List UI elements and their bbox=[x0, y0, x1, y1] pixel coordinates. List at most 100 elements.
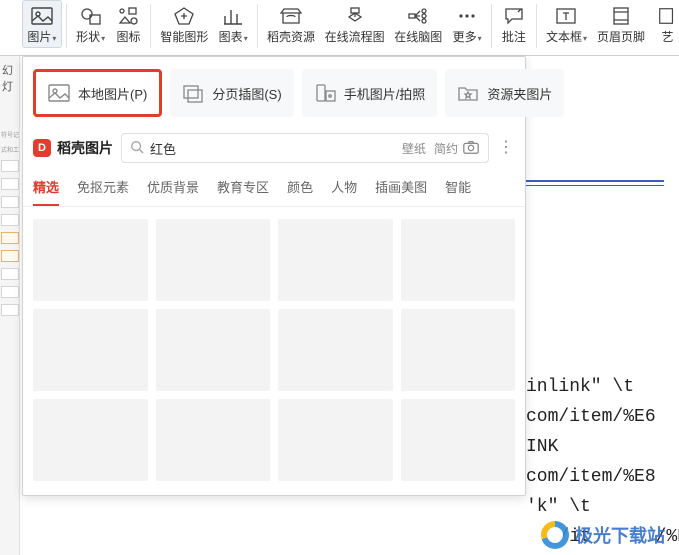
docer-brand: D 稻壳图片 bbox=[33, 138, 113, 158]
result-tile[interactable] bbox=[33, 399, 148, 481]
source-label: 本地图片(P) bbox=[78, 84, 147, 103]
search-chip-wallpaper[interactable]: 壁纸 bbox=[398, 140, 430, 157]
result-tile[interactable] bbox=[401, 219, 516, 301]
slide-thumb[interactable] bbox=[1, 232, 19, 244]
slide-thumb[interactable] bbox=[1, 160, 19, 172]
image-source-row: 本地图片(P) 分页插图(S) 手机图片/拍照 bbox=[23, 57, 525, 127]
source-label: 手机图片/拍照 bbox=[344, 84, 426, 103]
brand-name: 稻壳图片 bbox=[57, 138, 113, 158]
slide-thumb[interactable] bbox=[1, 250, 19, 262]
ribbon-divider bbox=[257, 4, 258, 48]
result-tile[interactable] bbox=[156, 399, 271, 481]
caret-down-icon: ▾ bbox=[52, 34, 56, 43]
ribbon-iconlib[interactable]: 图标 bbox=[110, 0, 146, 46]
result-tile[interactable] bbox=[278, 309, 393, 391]
category-tab-illustration[interactable]: 插画美图 bbox=[375, 177, 427, 206]
category-tab-education[interactable]: 教育专区 bbox=[217, 177, 269, 206]
insert-image-dropdown: 本地图片(P) 分页插图(S) 手机图片/拍照 bbox=[22, 56, 526, 496]
ribbon-chart[interactable]: 图表▾ bbox=[213, 0, 253, 48]
category-tab-featured[interactable]: 精选 bbox=[33, 177, 59, 206]
caret-down-icon: ▾ bbox=[478, 34, 482, 43]
more-dots-icon bbox=[455, 4, 479, 28]
category-tabs: 精选 免抠元素 优质背景 教育专区 颜色 人物 插画美图 智能 bbox=[23, 169, 525, 207]
page-image-icon bbox=[182, 82, 204, 104]
mindmap-icon bbox=[406, 4, 430, 28]
phone-photo-icon bbox=[314, 82, 336, 104]
ribbon-comment[interactable]: 批注 bbox=[496, 0, 532, 46]
ribbon-item-label: 图片▾ bbox=[27, 30, 56, 46]
ribbon-item-label: 在线流程图 bbox=[325, 30, 385, 44]
ribbon-divider bbox=[150, 4, 151, 48]
result-tile[interactable] bbox=[156, 219, 271, 301]
ribbon-item-label: 图标 bbox=[116, 30, 140, 44]
ribbon-header-footer[interactable]: 页眉页脚 bbox=[592, 0, 650, 46]
search-input[interactable] bbox=[150, 141, 398, 156]
category-tab-background[interactable]: 优质背景 bbox=[147, 177, 199, 206]
slide-thumb[interactable] bbox=[1, 214, 19, 226]
ribbon-item-label: 图表▾ bbox=[219, 30, 248, 46]
iconlib-icon bbox=[116, 4, 140, 28]
ribbon-item-label: 更多▾ bbox=[453, 30, 482, 46]
shape-icon bbox=[79, 4, 103, 28]
ribbon-wordart[interactable]: 艺 bbox=[650, 0, 679, 46]
slide-thumb[interactable] bbox=[1, 304, 19, 316]
ribbon-online-flowchart[interactable]: 在线流程图 bbox=[320, 0, 389, 46]
ribbon-divider bbox=[66, 4, 67, 48]
slide-thumb[interactable] bbox=[1, 268, 19, 280]
resource-icon bbox=[279, 4, 303, 28]
docer-logo-icon: D bbox=[33, 139, 51, 157]
result-tile[interactable] bbox=[156, 309, 271, 391]
flowchart-icon bbox=[343, 4, 367, 28]
slide-panel: 幻灯 符号记 式和工 bbox=[0, 56, 20, 555]
search-chip-simple[interactable]: 简约 bbox=[430, 140, 462, 157]
category-tab-cutout[interactable]: 免抠元素 bbox=[77, 177, 129, 206]
caret-down-icon: ▾ bbox=[244, 34, 248, 43]
category-tab-smart[interactable]: 智能 bbox=[445, 177, 471, 206]
source-local-image[interactable]: 本地图片(P) bbox=[33, 69, 162, 117]
ribbon-docer-resource[interactable]: 稻壳资源 bbox=[262, 0, 320, 46]
camera-icon[interactable] bbox=[462, 138, 482, 158]
ribbon-item-label: 稻壳资源 bbox=[267, 30, 315, 44]
result-tile[interactable] bbox=[401, 309, 516, 391]
ribbon-item-label: 形状▾ bbox=[76, 30, 105, 46]
result-tile[interactable] bbox=[401, 399, 516, 481]
source-phone-photo[interactable]: 手机图片/拍照 bbox=[302, 69, 438, 117]
ribbon-toolbar: 图片▾ 形状▾ 图标 智能图形 bbox=[0, 0, 679, 56]
ribbon-more[interactable]: 更多▾ bbox=[447, 0, 487, 48]
caret-down-icon: ▾ bbox=[583, 34, 587, 43]
search-box[interactable]: 壁纸 简约 bbox=[121, 133, 489, 163]
category-tab-color[interactable]: 颜色 bbox=[287, 177, 313, 206]
result-tile[interactable] bbox=[278, 399, 393, 481]
search-icon bbox=[130, 140, 144, 157]
result-tile[interactable] bbox=[278, 219, 393, 301]
image-result-grid bbox=[23, 207, 525, 495]
ribbon-textbox[interactable]: 文本框▾ bbox=[541, 0, 592, 48]
ribbon-item-label: 页眉页脚 bbox=[597, 30, 645, 44]
wordart-icon bbox=[655, 4, 679, 28]
slide-thumb[interactable] bbox=[1, 196, 19, 208]
ribbon-online-mindmap[interactable]: 在线脑图 bbox=[389, 0, 447, 46]
ribbon-smartshape[interactable]: 智能图形 bbox=[155, 0, 213, 46]
textbox-icon bbox=[554, 4, 578, 28]
ribbon-image[interactable]: 图片▾ bbox=[22, 0, 62, 48]
category-tab-people[interactable]: 人物 bbox=[331, 177, 357, 206]
kebab-menu-icon[interactable]: ⋮ bbox=[497, 143, 515, 153]
result-tile[interactable] bbox=[33, 219, 148, 301]
side-note: 式和工 bbox=[1, 145, 19, 154]
smartshape-icon bbox=[172, 4, 196, 28]
slide-thumb[interactable] bbox=[1, 286, 19, 298]
result-tile[interactable] bbox=[33, 309, 148, 391]
site-watermark: 极光下载站 bbox=[541, 521, 665, 549]
source-folder-image[interactable]: 资源夹图片 bbox=[445, 69, 564, 117]
ribbon-item-label: 智能图形 bbox=[160, 30, 208, 44]
ribbon-divider bbox=[536, 4, 537, 48]
ribbon-item-label: 文本框▾ bbox=[546, 30, 587, 46]
ribbon-shape[interactable]: 形状▾ bbox=[71, 0, 111, 48]
side-note: 符号记 bbox=[1, 130, 19, 139]
source-label: 分页插图(S) bbox=[212, 84, 281, 103]
slide-thumb[interactable] bbox=[1, 178, 19, 190]
source-page-illustration[interactable]: 分页插图(S) bbox=[170, 69, 293, 117]
comment-icon bbox=[502, 4, 526, 28]
ribbon-divider bbox=[491, 4, 492, 48]
image-icon bbox=[48, 82, 70, 104]
